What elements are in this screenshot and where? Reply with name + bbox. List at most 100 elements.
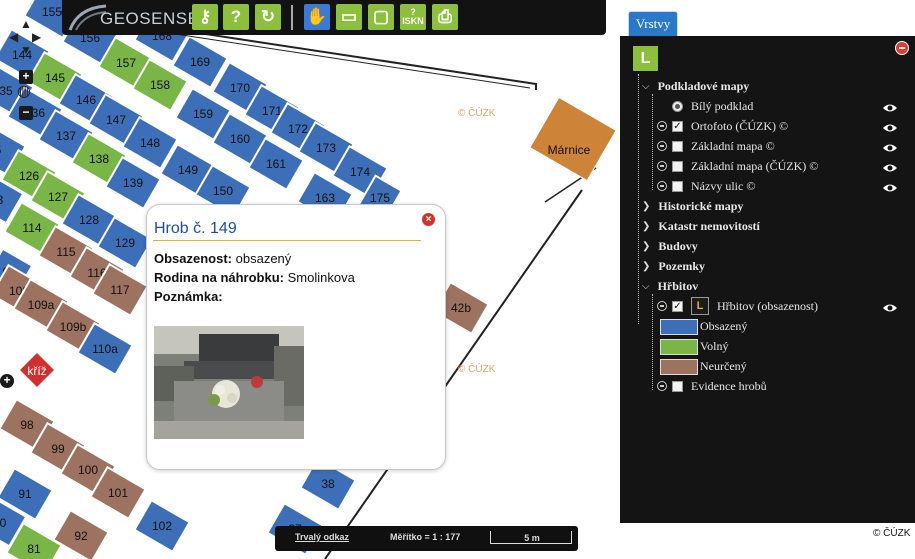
grave-plot-label: 159 — [193, 107, 213, 121]
expand-arrow-icon: ❯ — [642, 260, 651, 272]
grave-plot-label: 126 — [19, 169, 39, 183]
layer-item-grave-records[interactable]: Evidence hrobů — [657, 376, 767, 396]
grave-plot-label: 91 — [18, 487, 32, 501]
layer-group-parcels[interactable]: ❯ Pozemky — [642, 256, 705, 276]
radio-button[interactable] — [672, 100, 683, 112]
grave-photo[interactable] — [154, 326, 304, 439]
add-button[interactable]: + — [0, 374, 14, 388]
pan-left-icon[interactable]: ◀ — [9, 31, 18, 43]
iskn-label: ISKN — [402, 16, 424, 26]
eye-icon[interactable] — [882, 103, 898, 113]
map-watermark-2: © ČÚZK — [458, 364, 496, 375]
help-icon[interactable]: ? — [223, 4, 249, 30]
expand-icon[interactable] — [657, 141, 667, 151]
expand-arrow-icon: ❯ — [642, 200, 651, 212]
chevron-down-icon: ⌵ — [642, 280, 650, 292]
permalink[interactable]: Trvalý odkaz — [295, 532, 349, 542]
grave-plot-label: 38 — [321, 477, 335, 491]
tree-line — [652, 294, 653, 390]
pan-up-icon[interactable]: ▲ — [20, 18, 32, 30]
eye-icon[interactable] — [882, 143, 898, 153]
area-icon[interactable]: ▢ — [368, 4, 394, 30]
app-logo: GEOSENSE — [100, 9, 200, 28]
layer-group-buildings[interactable]: ❯ Budovy — [642, 236, 698, 256]
expand-icon[interactable] — [657, 161, 667, 171]
grave-plot-label: 170 — [230, 81, 250, 95]
grave-plot-label: 99 — [51, 442, 65, 456]
grave-popup: Hrob č. 149 × Obsazenost: obsazený Rodin… — [146, 204, 446, 470]
app-window: 155 156 168 144 157 169 145 158 170 35 146 136 147 15… — [0, 0, 915, 559]
checkbox[interactable]: ✓ — [672, 120, 683, 132]
grave-plot-label: 102 — [152, 519, 172, 533]
layer-item-white-base[interactable]: Bílý podklad — [657, 96, 753, 116]
pan-hand-icon[interactable]: ✋ — [304, 4, 330, 30]
pan-right-icon[interactable]: ▶ — [32, 31, 41, 43]
checkbox[interactable] — [672, 380, 683, 392]
layer-group-historic-maps[interactable]: ❯ Historické mapy — [642, 196, 743, 216]
popup-row-note: Poznámka: — [154, 289, 223, 304]
grave-plot-label: 35 — [0, 84, 13, 98]
layer-group-cadastre[interactable]: ❯ Katastr nemovitostí — [642, 216, 760, 236]
eye-icon[interactable] — [882, 183, 898, 193]
pan-down-icon[interactable]: ▼ — [20, 44, 32, 56]
grave-plot-label: 92 — [74, 529, 88, 543]
layer-type-icon: L — [691, 297, 709, 315]
layer-item-base-map[interactable]: Základní mapa © — [657, 136, 775, 156]
expand-icon[interactable] — [657, 301, 667, 311]
checkbox[interactable] — [672, 160, 683, 172]
layer-group-base-maps[interactable]: ⌵ Podkladové mapy — [642, 76, 749, 96]
grave-plot-label: 145 — [45, 71, 65, 85]
grave-plot-102[interactable]: 102 — [133, 498, 191, 554]
layer-item-street-names[interactable]: Názvy ulic © — [657, 176, 755, 196]
scale-bar-ruler: 5 m — [490, 531, 572, 544]
zoom-out-button[interactable]: − — [19, 106, 33, 120]
panel-close-button[interactable] — [895, 41, 909, 55]
grave-plot-label: 3 — [0, 193, 4, 207]
search-key-icon[interactable]: ⚷ — [192, 4, 218, 30]
legend-label-occupied: Obsazený — [700, 319, 748, 333]
checkbox[interactable] — [672, 140, 683, 152]
layers-panel: L ⌵ Podkladové mapy Bílý podklad ✓ Ortof… — [620, 36, 915, 523]
grave-plot-label: 110a — [92, 342, 118, 356]
tab-layers[interactable]: Vrstvy — [628, 11, 678, 37]
grave-plot-label: 172 — [288, 122, 308, 136]
grave-plot-label: 137 — [56, 129, 76, 143]
popup-close-button[interactable]: × — [422, 213, 435, 226]
grave-plot-label: 115 — [56, 245, 75, 259]
zoom-in-button[interactable]: + — [19, 70, 33, 84]
legend-swatch-undetermined — [660, 359, 698, 375]
layer-item-cemetery-occupancy[interactable]: ✓ L Hřbitov (obsazenost) — [657, 296, 818, 316]
refresh-icon[interactable]: ↻ — [255, 4, 281, 30]
map-watermark: © ČÚZK — [458, 108, 496, 119]
toolbar-separator — [291, 5, 293, 30]
print-icon[interactable]: ⎙ — [432, 4, 458, 30]
grave-plot-label: 175 — [370, 191, 390, 205]
grave-plot-label: 149 — [178, 163, 198, 177]
scale-bar: Trvalý odkaz Měřítko = 1 : 177 5 m — [275, 526, 578, 551]
grave-plot-label: 148 — [140, 136, 160, 150]
layer-group-cemetery[interactable]: ⌵ Hřbitov — [642, 276, 698, 296]
expand-icon[interactable] — [657, 181, 667, 191]
checkbox[interactable]: ✓ — [672, 300, 683, 312]
eye-icon[interactable] — [882, 163, 898, 173]
measure-ruler-icon[interactable]: ▭ — [336, 4, 362, 30]
popup-row-occupancy: Obsazenost: obsazený — [154, 251, 292, 266]
eye-icon[interactable] — [882, 123, 898, 133]
expand-icon[interactable] — [657, 381, 667, 391]
grave-plot-label: 161 — [266, 157, 286, 171]
grave-plot-label: 169 — [190, 55, 210, 69]
grave-plot-92[interactable]: 92 — [52, 508, 110, 559]
layer-item-orthophoto[interactable]: ✓ Ortofoto (ČÚZK) © — [657, 116, 788, 136]
grave-plot-label: 81 — [27, 542, 41, 556]
tree-line — [638, 74, 639, 324]
eye-icon[interactable] — [882, 303, 898, 313]
grave-plot-label: 127 — [48, 190, 68, 204]
marnice-building — [529, 96, 617, 182]
globe-icon[interactable]: ◍ — [17, 84, 31, 100]
grave-plot-label: 42b — [451, 301, 471, 315]
layer-item-base-map-cuzk[interactable]: Základní mapa (ČÚZK) © — [657, 156, 818, 176]
checkbox[interactable] — [672, 180, 683, 192]
grave-plot-label: 163 — [315, 191, 335, 205]
iskn-button[interactable]: ? ISKN — [400, 4, 426, 30]
expand-icon[interactable] — [657, 121, 667, 131]
